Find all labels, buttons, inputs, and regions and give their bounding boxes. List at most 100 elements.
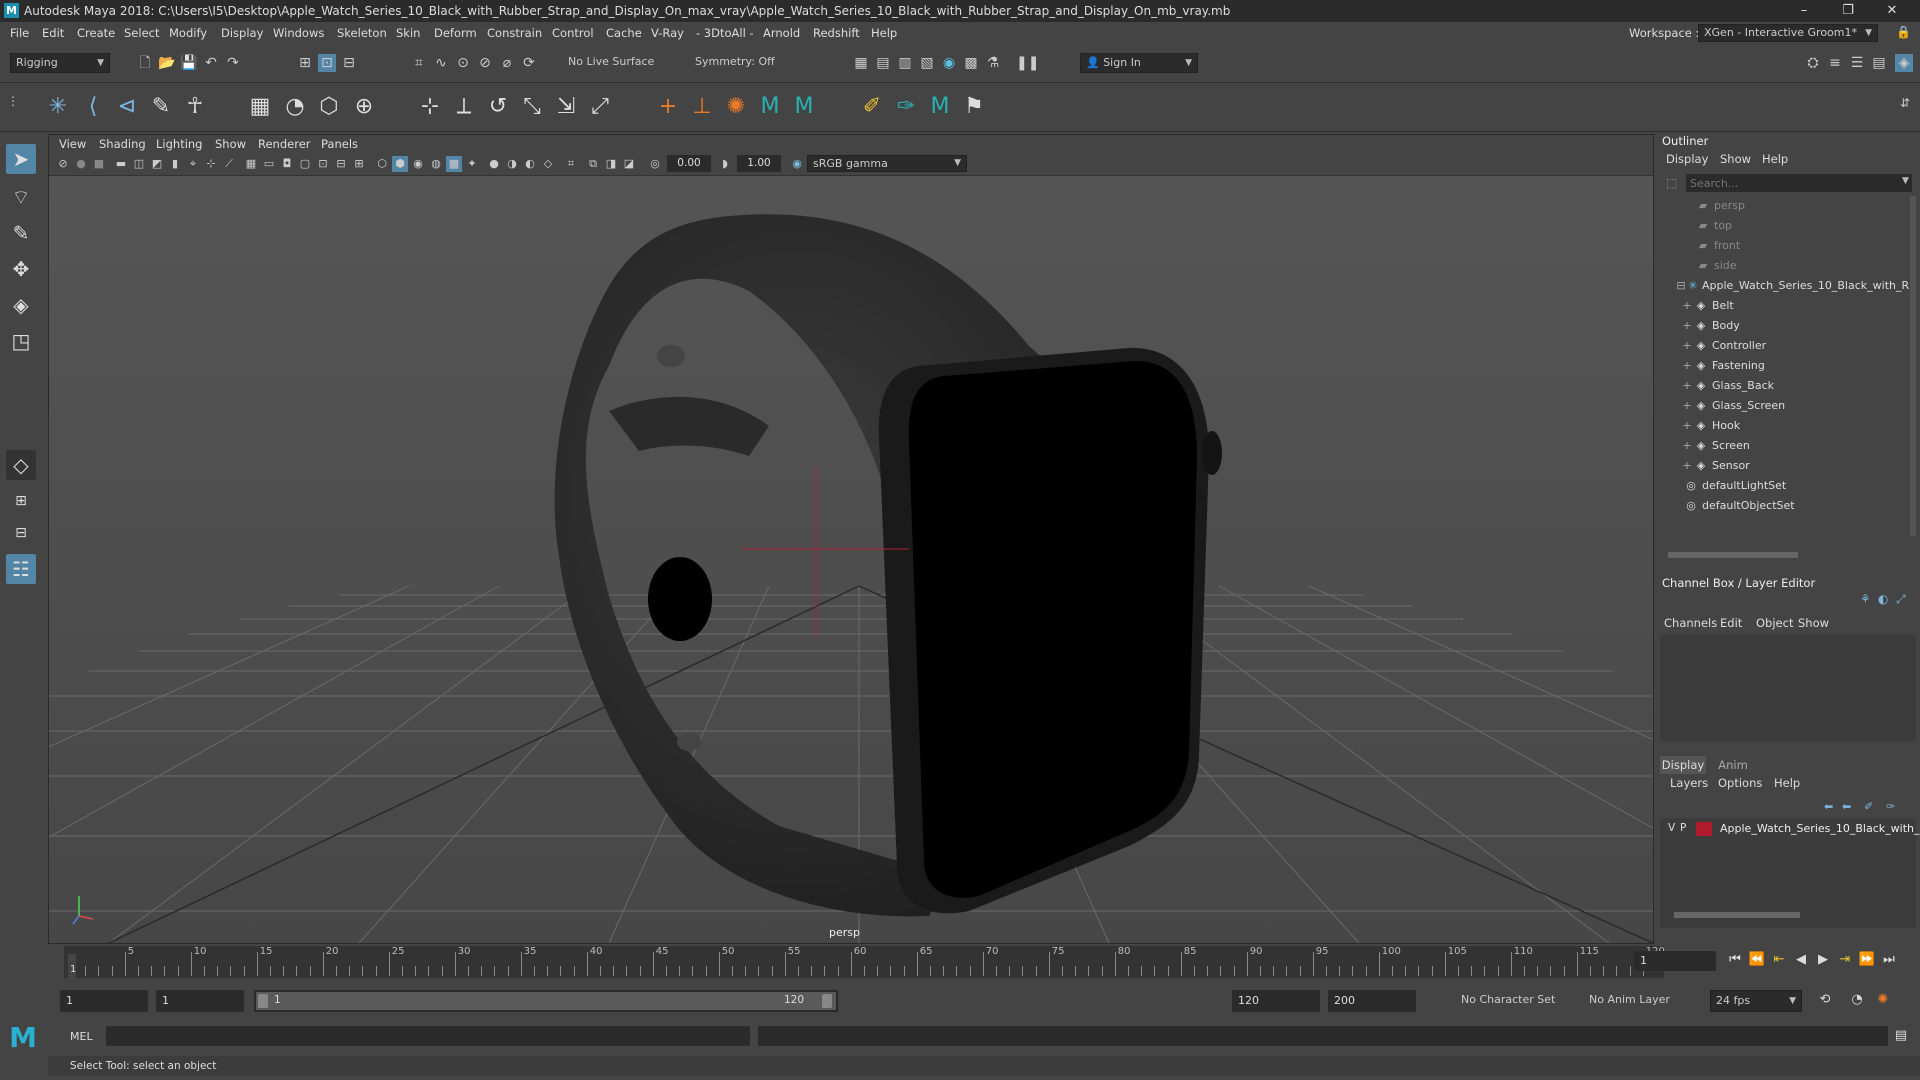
menu-skeleton[interactable]: Skeleton: [337, 26, 387, 40]
go-to-end-icon[interactable]: ⏭: [1880, 952, 1898, 967]
outliner-menu-display[interactable]: Display: [1666, 152, 1708, 166]
ui-layout-icon[interactable]: ⊞: [351, 156, 367, 172]
ik-handle-icon[interactable]: ⟨: [77, 91, 109, 123]
outliner-menu-help[interactable]: Help: [1762, 152, 1788, 166]
command-input[interactable]: [106, 1026, 750, 1046]
expand-icon[interactable]: +: [1680, 376, 1694, 396]
loop-icon[interactable]: ⟲: [1816, 992, 1834, 1007]
3d-scene[interactable]: persp: [0, 176, 1920, 944]
range-start-handle[interactable]: [258, 994, 268, 1008]
layers-menu[interactable]: Layers: [1670, 776, 1708, 790]
safe-title-icon[interactable]: ⊡: [315, 156, 331, 172]
pole-vector-icon[interactable]: ⤢: [584, 91, 616, 123]
layer-color-swatch[interactable]: [1696, 822, 1712, 836]
anti-alias-icon[interactable]: ◇: [540, 156, 556, 172]
wireframe-shade-icon[interactable]: ⬡: [374, 156, 390, 172]
expand-icon[interactable]: +: [1680, 436, 1694, 456]
mel-label[interactable]: MEL: [70, 1030, 93, 1043]
outliner-item-controller[interactable]: + ◈ Controller: [1656, 336, 1896, 356]
workspace-dropdown[interactable]: XGen - Interactive Groom1* ▼: [1698, 24, 1878, 42]
grease-pencil-icon[interactable]: ▮: [167, 156, 183, 172]
anim-layer-icon[interactable]: ◐: [1878, 592, 1888, 606]
time-slider-track[interactable]: 5 10 15 20 25 30 35 40 45 50 55 60 65 70 75 80 85 90 95 100…: [64, 946, 1665, 978]
script-editor-icon[interactable]: ▤: [1892, 1028, 1910, 1043]
range-slider[interactable]: 1 120: [254, 990, 838, 1012]
layer-playback-toggle[interactable]: P: [1680, 822, 1686, 834]
vray-render-icon[interactable]: ⚗: [984, 54, 1002, 72]
layer-options-menu[interactable]: Options: [1718, 776, 1762, 790]
xray-icon[interactable]: ▩: [446, 156, 462, 172]
parent-constraint-icon[interactable]: ⇲: [550, 91, 582, 123]
expand-icon[interactable]: +: [1680, 416, 1694, 436]
sculpt-icon[interactable]: ✑: [890, 91, 922, 123]
locator-icon[interactable]: +: [652, 91, 684, 123]
snap-surface-icon[interactable]: ⌀: [498, 54, 516, 72]
layer-horizontal-scrollbar[interactable]: [1674, 912, 1800, 918]
tab-anim[interactable]: Anim: [1710, 756, 1756, 774]
hud-icon[interactable]: ◪: [621, 156, 637, 172]
new-layer-selected-icon[interactable]: ✑: [1886, 800, 1895, 813]
lattice-icon[interactable]: ▦: [244, 91, 276, 123]
lock-camera-icon[interactable]: ●: [73, 156, 89, 172]
menu-edit[interactable]: Edit: [42, 26, 64, 40]
image-plane-icon[interactable]: ◫: [131, 156, 147, 172]
snap-grid-icon[interactable]: ⌗: [410, 54, 428, 72]
two-view-layout-icon[interactable]: ⊟: [6, 518, 36, 548]
smooth-shade-icon[interactable]: ▭: [261, 156, 277, 172]
menu-deform[interactable]: Deform: [434, 26, 477, 40]
auto-key-icon[interactable]: ◔: [1848, 992, 1866, 1007]
outliner-item-top[interactable]: ▰ top: [1656, 216, 1896, 236]
color-management-icon[interactable]: ◉: [789, 156, 805, 172]
scale-tool-icon[interactable]: ◳: [6, 326, 36, 356]
select-tool-icon[interactable]: ➤: [6, 144, 36, 174]
viewport-menu-renderer[interactable]: Renderer: [258, 137, 311, 151]
paint-select-icon[interactable]: ✎: [6, 218, 36, 248]
menu-vray[interactable]: V-Ray: [651, 26, 684, 40]
outliner-item-screen[interactable]: + ◈ Screen: [1656, 436, 1896, 456]
exposure-icon[interactable]: ◎: [647, 156, 663, 172]
shelf-tabs-icon[interactable]: ⋮: [6, 85, 20, 117]
move-tool-icon[interactable]: ✥: [6, 254, 36, 284]
bind-skin-icon[interactable]: ✎: [145, 91, 177, 123]
expand-panel-icon[interactable]: ⤢: [1896, 592, 1906, 607]
gate-mask-icon[interactable]: ⊟: [333, 156, 349, 172]
single-perspective-layout-icon[interactable]: ◇: [6, 450, 36, 480]
symmetry-dropdown[interactable]: Symmetry: Off: [690, 53, 808, 73]
step-forward-key-icon[interactable]: ⏩: [1858, 952, 1876, 967]
animation-preferences-icon[interactable]: ✺: [1874, 992, 1892, 1007]
layer-editor-icon[interactable]: ◈: [1895, 54, 1913, 72]
exposure-field[interactable]: 0.00: [667, 155, 711, 172]
cluster-icon[interactable]: ◔: [279, 91, 311, 123]
select-hierarchy-icon[interactable]: ⊞: [296, 54, 314, 72]
shaded-mode-icon[interactable]: ⬢: [392, 156, 408, 172]
gamma-icon[interactable]: ◗: [717, 156, 733, 172]
redo-icon[interactable]: ↷: [224, 54, 242, 72]
time-slider[interactable]: 5 10 15 20 25 30 35 40 45 50 55 60 65 70 75 80 85 90 95 100…: [44, 944, 1920, 980]
layer-help-menu[interactable]: Help: [1774, 776, 1800, 790]
expand-icon[interactable]: +: [1680, 296, 1694, 316]
mash-icon-1[interactable]: M: [754, 91, 786, 123]
channel-edit-menu[interactable]: Edit: [1720, 616, 1742, 630]
play-backwards-icon[interactable]: ◀: [1792, 952, 1810, 967]
fps-dropdown[interactable]: 24 fps ▼: [1710, 990, 1802, 1012]
channel-box-icon[interactable]: ⚘: [1860, 592, 1871, 606]
animation-end-field[interactable]: 200: [1328, 990, 1416, 1012]
viewport-menu-lighting[interactable]: Lighting: [156, 137, 202, 151]
orient-constraint-icon[interactable]: ↺: [482, 91, 514, 123]
wire-icon[interactable]: ⊕: [348, 91, 380, 123]
2d-pan-zoom-icon[interactable]: ◩: [149, 156, 165, 172]
move-layer-down-icon[interactable]: ⬅: [1842, 800, 1851, 813]
anim-layer-dropdown[interactable]: No Anim Layer: [1584, 990, 1694, 1012]
outliner-item-belt[interactable]: + ◈ Belt: [1656, 296, 1896, 316]
outliner-item-glass-screen[interactable]: + ◈ Glass_Screen: [1656, 396, 1896, 416]
menu-redshift[interactable]: Redshift: [813, 26, 860, 40]
outliner-item-default-light-set[interactable]: ◎ defaultLightSet: [1656, 476, 1896, 496]
isolate-select-icon[interactable]: ⌗: [563, 156, 579, 172]
layer-row[interactable]: V P Apple_Watch_Series_10_Black_with_R: [1660, 818, 1920, 840]
menu-help[interactable]: Help: [871, 26, 897, 40]
scale-constraint-icon[interactable]: ⤡: [516, 91, 548, 123]
new-scene-icon[interactable]: 🗋: [136, 54, 154, 72]
playback-end-field[interactable]: 120: [1232, 990, 1320, 1012]
animation-start-field[interactable]: 1: [60, 990, 148, 1012]
field-chart-icon[interactable]: ◘: [279, 156, 295, 172]
